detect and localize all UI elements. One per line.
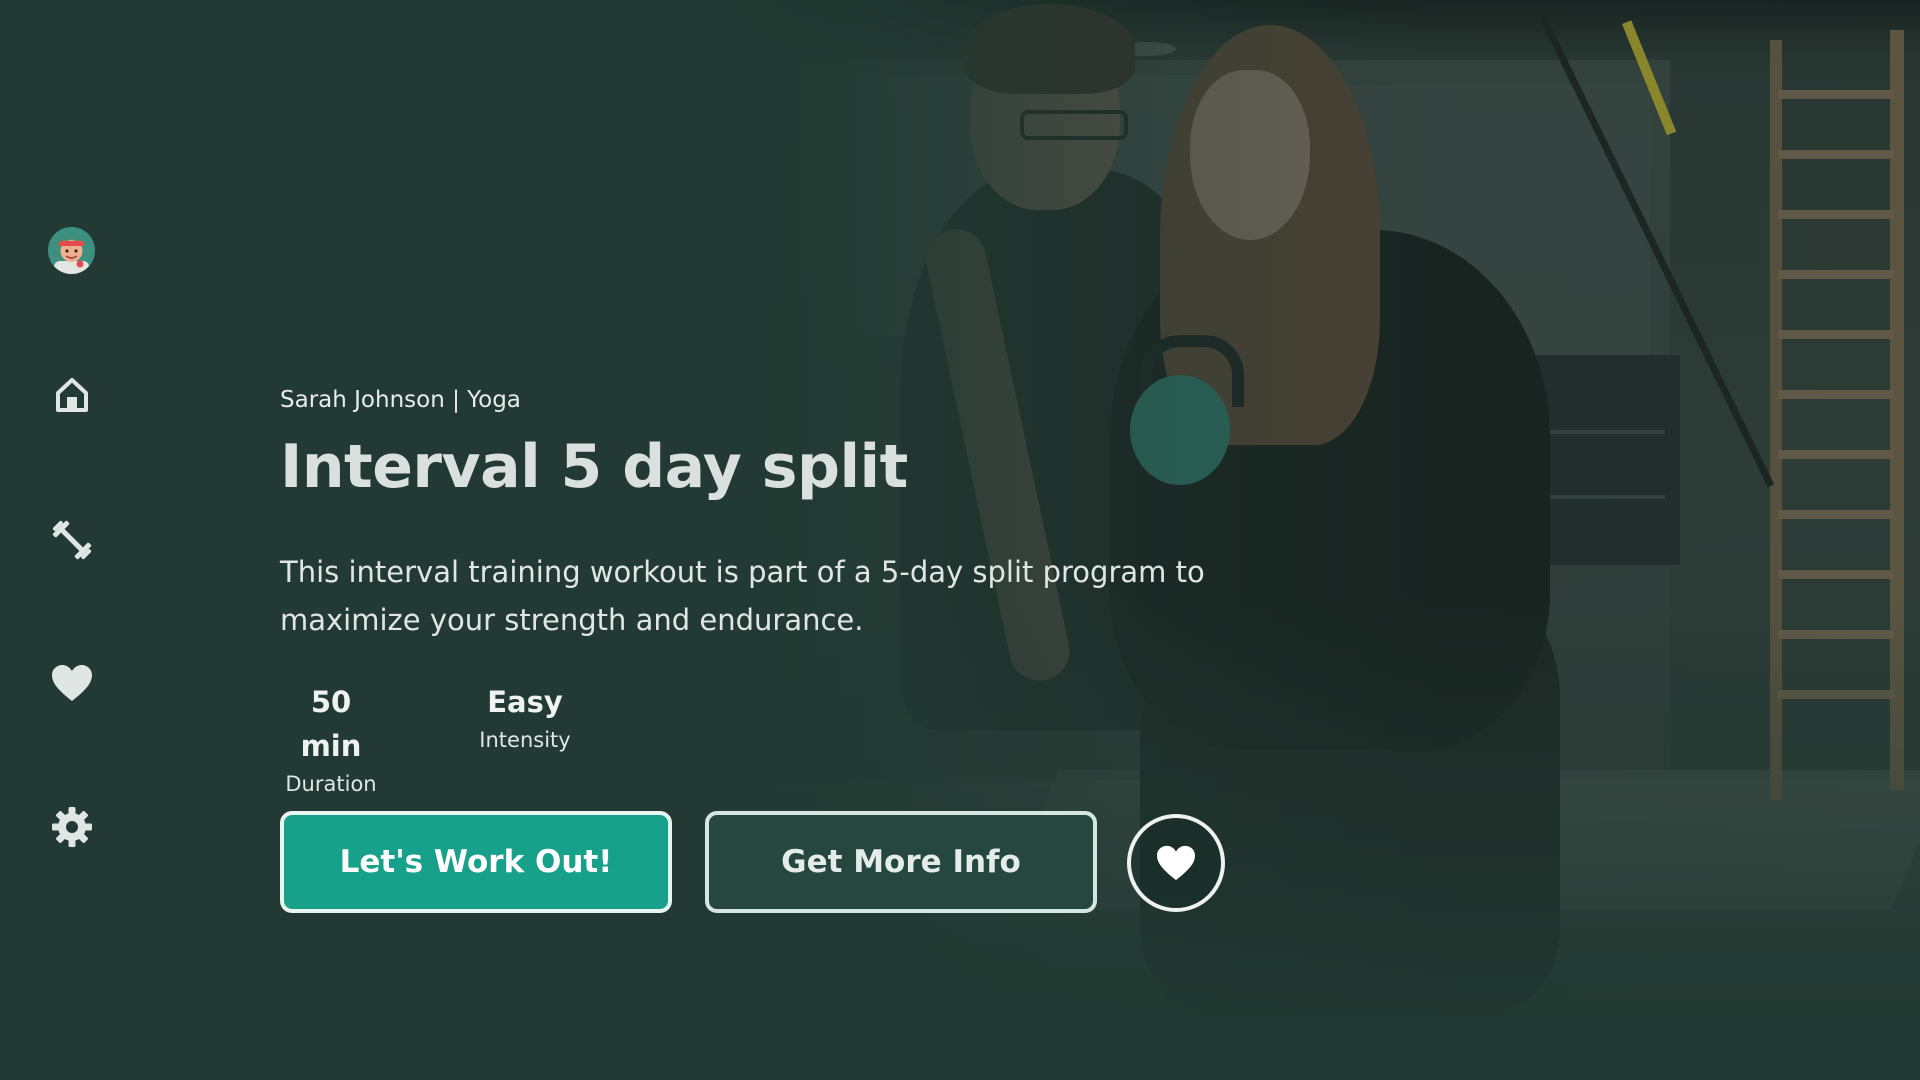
- stat-label: Duration: [285, 772, 377, 796]
- sidebar: [0, 0, 144, 1080]
- dumbbell-icon: [52, 520, 92, 560]
- hero-image: [720, 0, 1920, 1080]
- stat-label: Intensity: [479, 728, 571, 752]
- get-more-info-button[interactable]: Get More Info: [705, 811, 1097, 913]
- sidebar-item-home[interactable]: [46, 369, 98, 421]
- avatar[interactable]: [48, 227, 95, 274]
- stat-value: 50 min: [300, 685, 362, 763]
- trainer-category: Sarah Johnson | Yoga: [280, 387, 521, 413]
- workout-detail-screen: Sarah Johnson | Yoga Interval 5 day spli…: [0, 0, 1920, 1080]
- stat-value: Easy: [487, 685, 563, 719]
- lets-work-out-button[interactable]: Let's Work Out!: [280, 811, 672, 913]
- sidebar-item-workouts[interactable]: [46, 514, 98, 566]
- gear-icon: [52, 807, 92, 847]
- sidebar-item-settings[interactable]: [46, 801, 98, 853]
- heart-icon: [52, 665, 92, 701]
- stat-duration: 50 min Duration: [280, 680, 382, 800]
- favorite-button[interactable]: [1127, 814, 1225, 912]
- sidebar-item-favorites[interactable]: [46, 657, 98, 709]
- heart-icon: [1157, 845, 1195, 881]
- home-icon: [56, 378, 88, 412]
- avatar-illustration: [48, 227, 95, 274]
- workout-description: This interval training workout is part o…: [280, 555, 1205, 637]
- workout-title: Interval 5 day split: [280, 432, 908, 502]
- stat-intensity: Easy Intensity: [475, 680, 575, 756]
